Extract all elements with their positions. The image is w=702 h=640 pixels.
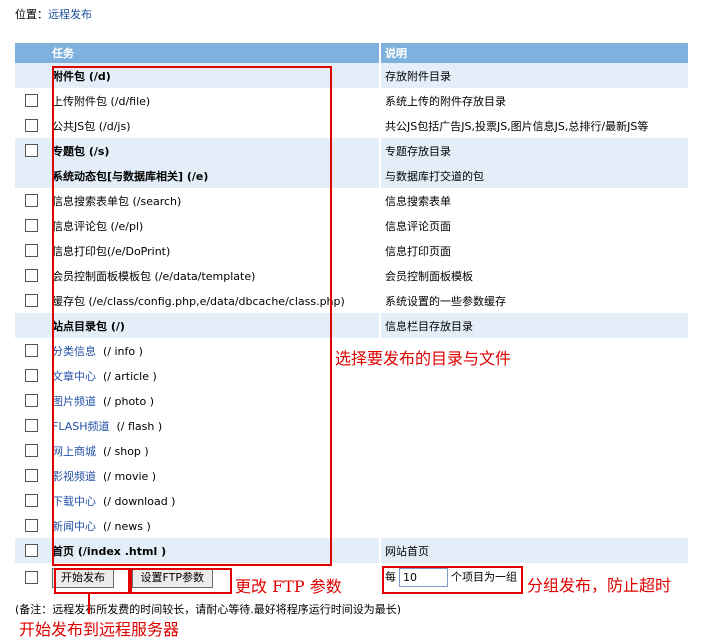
table-row: 网上商城 (/ shop ) — [15, 438, 688, 463]
column-link[interactable]: 文章中心 — [52, 370, 96, 383]
row-checkbox[interactable] — [25, 269, 38, 283]
table-row: 系统动态包[与数据库相关] (/e) 与数据库打交道的包 — [15, 163, 688, 188]
task-cell: 公共JS包 (/d/js) — [52, 119, 131, 133]
annotation-arrow — [88, 592, 90, 614]
column-link[interactable]: 分类信息 — [52, 345, 96, 358]
table-row: 新闻中心 (/ news ) — [15, 513, 688, 538]
annotation-group: 分组发布，防止超时 — [527, 576, 672, 595]
ftp-settings-button[interactable]: 设置FTP参数 — [131, 567, 213, 588]
annotation-ftp: 更改 FTP 参数 — [235, 577, 342, 596]
group-size-input[interactable]: 10 — [399, 568, 448, 587]
start-publish-button[interactable]: 开始发布 — [52, 567, 114, 588]
table-row: 上传附件包 (/d/file) 系统上传的附件存放目录 — [15, 88, 688, 113]
row-checkbox[interactable] — [25, 244, 38, 258]
table-row: 附件包 (/d) 存放附件目录 — [15, 63, 688, 88]
desc-cell: 系统设置的一些参数缓存 — [379, 288, 688, 313]
annotation-select: 选择要发布的目录与文件 — [335, 349, 512, 368]
table-row: 图片频道 (/ photo ) — [15, 388, 688, 413]
desc-cell: 系统上传的附件存放目录 — [379, 88, 688, 113]
table-row: 信息搜索表单包 (/search) 信息搜索表单 — [15, 188, 688, 213]
task-cell: 信息搜索表单包 (/search) — [52, 194, 182, 208]
column-link[interactable]: 图片频道 — [52, 395, 96, 408]
column-link[interactable]: 影视频道 — [52, 470, 96, 483]
row-checkbox[interactable] — [25, 219, 38, 233]
column-link[interactable]: 新闻中心 — [52, 520, 96, 533]
row-checkbox[interactable] — [25, 369, 38, 383]
desc-cell: 存放附件目录 — [379, 63, 688, 88]
column-path: (/ flash ) — [116, 419, 163, 433]
header-desc: 说明 — [379, 43, 688, 63]
row-checkbox[interactable] — [25, 144, 38, 158]
group-prefix: 每 — [385, 570, 396, 584]
row-checkbox[interactable] — [25, 344, 38, 358]
column-path: (/ news ) — [103, 519, 151, 533]
desc-cell: 专题存放目录 — [379, 138, 688, 163]
row-checkbox[interactable] — [25, 394, 38, 408]
task-cell: 信息打印包(/e/DoPrint) — [52, 244, 171, 258]
desc-cell: 与数据库打交道的包 — [379, 163, 688, 188]
row-checkbox[interactable] — [25, 294, 38, 308]
column-path: (/ movie ) — [103, 469, 157, 483]
desc-cell: 信息搜索表单 — [379, 188, 688, 213]
task-cell: 附件包 (/d) — [48, 63, 380, 88]
row-checkbox[interactable] — [25, 519, 38, 533]
task-cell: 专题包 (/s) — [48, 138, 380, 163]
table-row: 会员控制面板模板包 (/e/data/template) 会员控制面板模板 — [15, 263, 688, 288]
table-row: 影视频道 (/ movie ) — [15, 463, 688, 488]
column-path: (/ info ) — [103, 344, 143, 358]
group-suffix: 个项目为一组 — [451, 570, 517, 584]
table-row: 首页 (/index .html ) 网站首页 — [15, 538, 688, 563]
header-checkbox-cell — [15, 43, 48, 63]
desc-cell: 网站首页 — [379, 538, 688, 563]
task-cell: 信息评论包 (/e/pl) — [52, 219, 144, 233]
desc-cell: 会员控制面板模板 — [379, 263, 688, 288]
table-row: 缓存包 (/e/class/config.php,e/data/dbcache/… — [15, 288, 688, 313]
task-cell: 站点目录包 (/) — [48, 313, 380, 338]
column-path: (/ download ) — [103, 494, 176, 508]
table-row: 专题包 (/s) 专题存放目录 — [15, 138, 688, 163]
table-row: 信息评论包 (/e/pl) 信息评论页面 — [15, 213, 688, 238]
column-link[interactable]: 网上商城 — [52, 445, 96, 458]
task-cell: 系统动态包[与数据库相关] (/e) — [48, 163, 380, 188]
table-row: 信息打印包(/e/DoPrint) 信息打印页面 — [15, 238, 688, 263]
table-header: 任务 说明 — [15, 43, 688, 63]
column-link[interactable]: FLASH频道 — [52, 420, 110, 433]
publish-table: 任务 说明 附件包 (/d) 存放附件目录 上传附件包 (/d/file) 系统… — [15, 43, 688, 592]
row-checkbox[interactable] — [25, 544, 38, 558]
row-checkbox[interactable] — [25, 119, 38, 133]
column-link[interactable]: 下载中心 — [52, 495, 96, 508]
row-checkbox[interactable] — [25, 194, 38, 208]
row-checkbox[interactable] — [25, 444, 38, 458]
desc-cell: 信息栏目存放目录 — [379, 313, 688, 338]
breadcrumb-link[interactable]: 远程发布 — [48, 8, 92, 21]
row-checkbox[interactable] — [25, 494, 38, 508]
task-cell: 会员控制面板模板包 (/e/data/template) — [52, 269, 256, 283]
breadcrumb: 位置：远程发布 — [15, 6, 92, 22]
select-all-checkbox[interactable] — [25, 571, 38, 585]
annotation-start: 开始发布到远程服务器 — [19, 620, 180, 639]
column-path: (/ article ) — [103, 369, 157, 383]
desc-cell: 信息评论页面 — [379, 213, 688, 238]
task-cell: 缓存包 (/e/class/config.php,e/data/dbcache/… — [52, 294, 345, 308]
header-task: 任务 — [48, 43, 380, 63]
task-cell: 上传附件包 (/d/file) — [52, 94, 151, 108]
table-row: 公共JS包 (/d/js) 共公JS包括广告JS,投票JS,图片信息JS,总排行… — [15, 113, 688, 138]
desc-cell: 共公JS包括广告JS,投票JS,图片信息JS,总排行/最新JS等 — [379, 113, 688, 138]
note-text: (备注：远程发布所发费的时间较长，请耐心等待.最好将程序运行时间设为最长) — [15, 603, 402, 616]
table-row: 站点目录包 (/) 信息栏目存放目录 — [15, 313, 688, 338]
row-checkbox[interactable] — [25, 419, 38, 433]
task-cell: 首页 (/index .html ) — [48, 538, 380, 563]
row-checkbox[interactable] — [25, 469, 38, 483]
column-path: (/ photo ) — [103, 394, 155, 408]
breadcrumb-label: 位置： — [15, 8, 48, 21]
column-path: (/ shop ) — [103, 444, 149, 458]
row-checkbox[interactable] — [25, 94, 38, 108]
table-row: 下载中心 (/ download ) — [15, 488, 688, 513]
table-row: FLASH频道 (/ flash ) — [15, 413, 688, 438]
desc-cell: 信息打印页面 — [379, 238, 688, 263]
